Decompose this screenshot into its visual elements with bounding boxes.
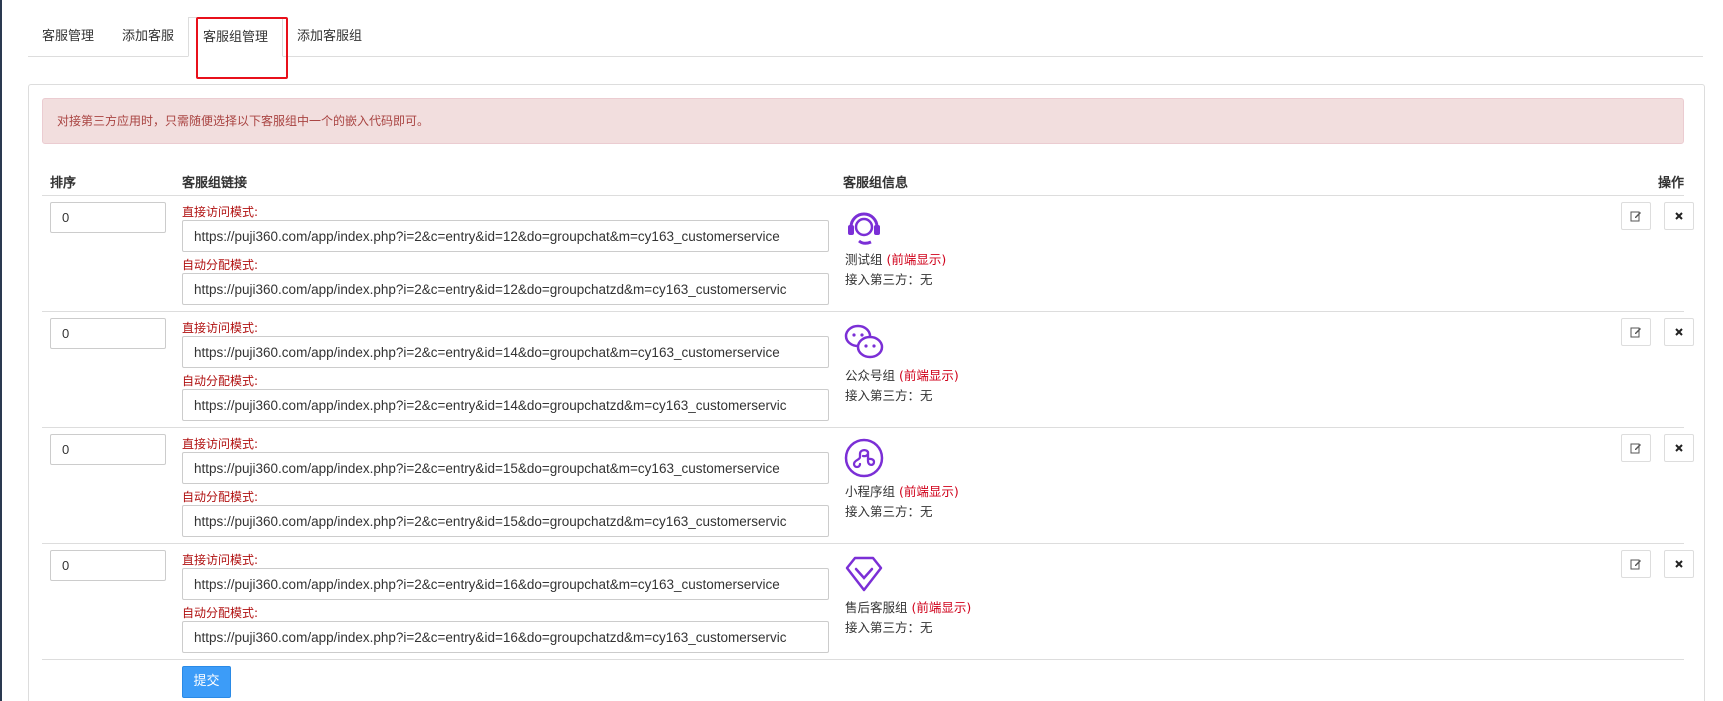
left-edge-border <box>0 0 2 701</box>
group-name-text: 测试组 <box>845 252 883 267</box>
tab-add-service[interactable]: 添加客服 <box>108 17 188 57</box>
front-display-badge: (前端显示) <box>886 252 947 267</box>
close-icon <box>1675 212 1683 220</box>
edit-button[interactable] <box>1621 318 1651 346</box>
group-name: 小程序组 (前端显示) <box>845 481 959 500</box>
front-display-badge: (前端显示) <box>899 368 959 383</box>
edit-icon <box>1630 443 1641 454</box>
close-icon <box>1675 444 1683 452</box>
direct-mode-label: 直接访问模式: <box>182 321 259 335</box>
auto-url-field[interactable] <box>182 621 829 653</box>
third-party-info: 接入第三方：无 <box>845 504 933 519</box>
edit-icon <box>1630 211 1641 222</box>
diamond-icon <box>845 556 883 592</box>
direct-url-field[interactable] <box>182 452 829 484</box>
row-divider <box>42 195 1684 196</box>
auto-mode-label: 自动分配模式: <box>182 490 259 504</box>
sort-input[interactable] <box>50 550 166 581</box>
group-name: 售后客服组 (前端显示) <box>845 597 971 616</box>
edit-icon <box>1630 559 1641 570</box>
header-sort: 排序 <box>50 176 77 191</box>
close-icon <box>1675 560 1683 568</box>
group-name: 公众号组 (前端显示) <box>845 365 959 384</box>
delete-button[interactable] <box>1664 434 1694 462</box>
third-party-info: 接入第三方：无 <box>845 388 933 403</box>
row-divider <box>42 427 1684 428</box>
tab-service-manage[interactable]: 客服管理 <box>28 17 108 57</box>
edit-icon <box>1630 327 1641 338</box>
tab-highlight-box <box>196 17 288 79</box>
mini-program-icon <box>844 438 884 478</box>
close-icon <box>1675 328 1683 336</box>
third-party-info: 接入第三方：无 <box>845 620 933 635</box>
direct-url-field[interactable] <box>182 336 829 368</box>
sort-input[interactable] <box>50 434 166 465</box>
delete-button[interactable] <box>1664 202 1694 230</box>
auto-mode-label: 自动分配模式: <box>182 258 259 272</box>
auto-mode-label: 自动分配模式: <box>182 606 259 620</box>
tab-add-group[interactable]: 添加客服组 <box>283 17 376 57</box>
direct-mode-label: 直接访问模式: <box>182 205 259 219</box>
row-divider <box>42 311 1684 312</box>
front-display-badge: (前端显示) <box>911 600 972 615</box>
header-ops: 操作 <box>1658 176 1685 191</box>
group-name-text: 售后客服组 <box>845 600 908 615</box>
wechat-icon <box>844 324 884 359</box>
auto-mode-label: 自动分配模式: <box>182 374 259 388</box>
info-alert: 对接第三方应用时，只需随便选择以下客服组中一个的嵌入代码即可。 <box>42 98 1684 144</box>
auto-url-field[interactable] <box>182 273 829 305</box>
auto-url-field[interactable] <box>182 505 829 537</box>
direct-mode-label: 直接访问模式: <box>182 553 259 567</box>
group-name-text: 小程序组 <box>845 484 896 499</box>
direct-url-field[interactable] <box>182 220 829 252</box>
edit-button[interactable] <box>1621 550 1651 578</box>
delete-button[interactable] <box>1664 318 1694 346</box>
third-party-info: 接入第三方：无 <box>845 272 933 287</box>
row-divider <box>42 543 1684 544</box>
group-name: 测试组 (前端显示) <box>845 249 946 268</box>
header-link: 客服组链接 <box>182 176 248 191</box>
front-display-badge: (前端显示) <box>899 484 959 499</box>
edit-button[interactable] <box>1621 434 1651 462</box>
submit-button[interactable]: 提交 <box>182 666 231 698</box>
headset-icon <box>848 212 880 245</box>
header-info: 客服组信息 <box>843 176 909 191</box>
row-divider <box>42 659 1684 660</box>
auto-url-field[interactable] <box>182 389 829 421</box>
sort-input[interactable] <box>50 318 166 349</box>
direct-url-field[interactable] <box>182 568 829 600</box>
delete-button[interactable] <box>1664 550 1694 578</box>
group-name-text: 公众号组 <box>845 368 896 383</box>
sort-input[interactable] <box>50 202 166 233</box>
direct-mode-label: 直接访问模式: <box>182 437 259 451</box>
edit-button[interactable] <box>1621 202 1651 230</box>
